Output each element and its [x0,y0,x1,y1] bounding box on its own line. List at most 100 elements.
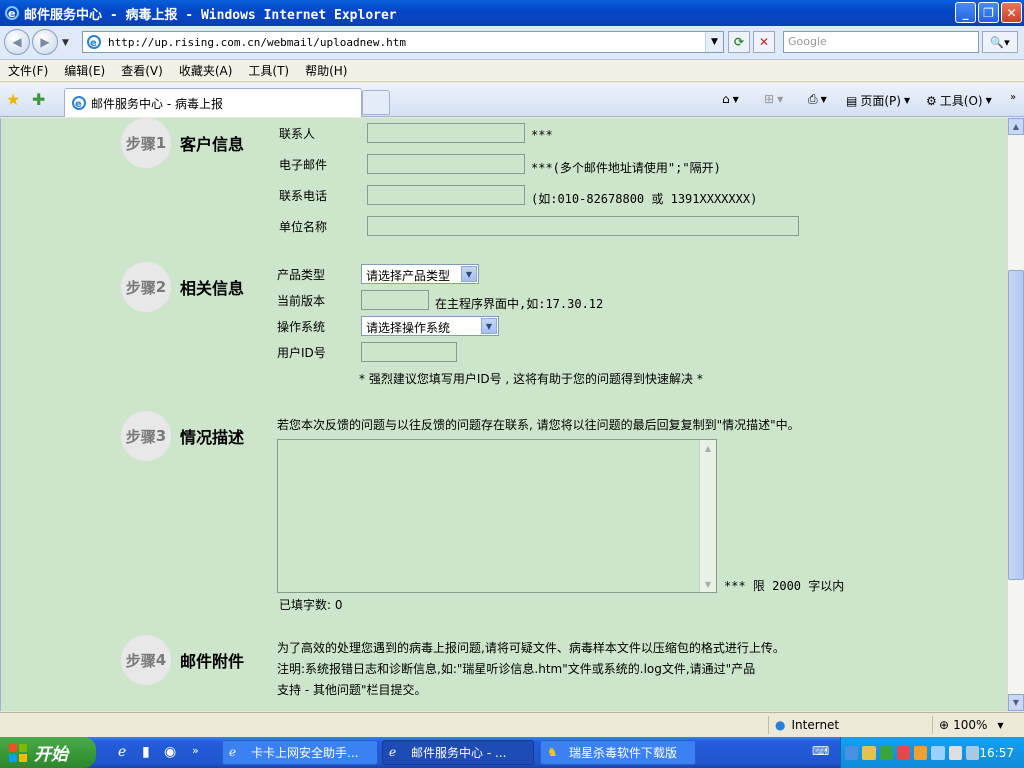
history-dropdown-icon[interactable]: ▼ [62,38,69,48]
address-bar[interactable]: e http://up.rising.com.cn/webmail/upload… [82,31,724,53]
settings-icon[interactable] [966,745,980,760]
tab-bar: ★ ✚ e 邮件服务中心 - 病毒上报 ⌂ ▼ ⊞ ▼ ⎙ ▼ ▤ 页面(P) ▼ ⚙ … [0,83,1024,117]
network-icon[interactable] [845,745,859,760]
chevron-down-icon[interactable]: ▼ [461,266,477,282]
menu-favorites[interactable]: 收藏夹(A) [171,62,241,79]
page-menu-label: 页面(P) [860,94,901,108]
page-content: 步骤 1 客户信息 联系人 *** 电子邮件 ***(多个邮件地址请使用";"隔开… [0,118,1007,711]
quicklaunch-app-icon[interactable]: ▮ [142,744,150,760]
svg-text:e: e [8,7,15,20]
company-input[interactable] [367,216,799,236]
minimize-button[interactable]: _ [955,2,976,23]
address-dropdown-icon[interactable]: ▼ [705,32,723,52]
taskbar-item-kaka[interactable]: ℯ 卡卡上网安全助手... [222,740,378,765]
stop-button[interactable]: ✕ [753,31,775,53]
search-input[interactable]: Google [783,31,979,53]
char-count-label: 已填字数: [279,598,332,612]
keyboard-icon[interactable]: ⌨ [812,744,829,758]
taskbar-item-label: 卡卡上网安全助手... [251,746,359,760]
textarea-scrollbar[interactable]: ▲ ▼ [699,440,716,592]
feeds-button[interactable]: ⊞ ▼ [764,92,783,106]
scroll-down-icon[interactable]: ▼ [1008,694,1024,711]
scroll-down-icon[interactable]: ▼ [700,576,716,592]
page-scrollbar[interactable]: ▲ ▼ [1007,118,1024,711]
page-ie-icon: e [87,35,101,49]
description-intro: 若您本次反馈的问题与以往反馈的问题存在联系, 请您将以往问题的最后回复复制到"情… [277,418,800,432]
more-commands-icon[interactable]: » [1010,92,1016,103]
tools-menu-label: 工具(O) [939,94,983,108]
phone-hint: (如:010-82678800 或 1391XXXXXXX) [531,192,758,206]
zoom-control[interactable]: ⊕ 100% ▼ [932,716,1022,734]
step1-title: 客户信息 [180,135,245,154]
restore-button[interactable]: ❐ [978,2,999,23]
umbrella-icon[interactable] [879,745,893,760]
phone-input[interactable] [367,185,525,205]
rising-lion-icon: ♞ [547,744,558,759]
zone-indicator: ● Internet [768,716,928,734]
search-button[interactable]: 🔍▾ [982,31,1018,53]
step2-number: 2 [155,278,167,296]
email-input[interactable] [367,154,525,174]
step2-title: 相关信息 [180,279,245,298]
display-icon[interactable] [948,745,963,760]
print-button[interactable]: ⎙ ▼ [808,92,827,107]
refresh-button[interactable]: ⟳ [728,31,750,53]
back-button[interactable]: ◀ [4,29,30,55]
attachment-line3: 支持 - 其他问题"栏目提交。 [277,683,427,697]
chevron-down-icon[interactable]: ▼ [481,318,497,334]
userid-input[interactable] [361,342,457,362]
os-select[interactable]: 请选择操作系统 ▼ [361,316,499,336]
forward-button[interactable]: ▶ [32,29,58,55]
svg-text:e: e [90,38,97,49]
volume-icon[interactable] [896,745,911,760]
contact-input[interactable] [367,123,525,143]
scrollbar-thumb[interactable] [1008,270,1024,580]
os-value: 请选择操作系统 [366,321,451,335]
quicklaunch-ie-icon[interactable]: ℯ [118,744,126,760]
zoom-icon: ⊕ [939,718,950,732]
attachment-line1: 为了高效的处理您遇到的病毒上报问题,请将可疑文件、病毒样本文件以压缩包的格式进行… [277,641,785,655]
step1-prefix: 步骤 [125,134,156,153]
product-type-select[interactable]: 请选择产品类型 ▼ [361,264,479,284]
scroll-up-icon[interactable]: ▲ [1008,118,1024,135]
zoom-dropdown-icon[interactable]: ▼ [997,721,1003,730]
security-icon[interactable] [862,745,876,760]
window-title: 邮件服务中心 - 病毒上报 - Windows Internet Explore… [24,7,397,23]
forward-arrow-icon: ▶ [40,35,50,49]
version-input[interactable] [361,290,429,310]
add-favorite-icon[interactable]: ✚ [32,90,45,109]
description-textarea[interactable]: ▲ ▼ [277,439,717,593]
char-count-value: 0 [334,598,343,612]
menu-tools[interactable]: 工具(T) [240,62,297,79]
page-menu-button[interactable]: ▤ 页面(P) ▼ [846,92,910,109]
menu-help[interactable]: 帮助(H) [297,62,355,79]
scroll-up-icon[interactable]: ▲ [700,440,716,456]
start-button[interactable]: 开始 [0,737,96,768]
taskbar-item-mail[interactable]: ℯ 邮件服务中心 - ... [382,740,534,765]
product-type-value: 请选择产品类型 [366,269,451,283]
tab-title: 邮件服务中心 - 病毒上报 [91,96,223,111]
menu-edit[interactable]: 编辑(E) [56,62,113,79]
home-button[interactable]: ⌂ ▼ [722,92,739,106]
address-url[interactable]: http://up.rising.com.cn/webmail/uploadne… [108,36,406,49]
attachment-line2: 注明:系统报错日志和诊断信息,如:"瑞星听诊信息.htm"文件或系统的.log文… [277,662,756,676]
quicklaunch-more-icon[interactable]: » [192,744,199,757]
ie-tray-icon[interactable] [931,745,945,760]
rising-tray-icon[interactable] [914,745,928,760]
product-type-label: 产品类型 [277,268,326,282]
step1-badge: 步骤 1 [121,118,171,168]
tab-current[interactable]: e 邮件服务中心 - 病毒上报 [64,88,362,117]
step4-number: 4 [155,651,167,669]
new-tab-button[interactable] [362,90,390,115]
menu-view[interactable]: 查看(V) [113,62,171,79]
taskbar-item-rising[interactable]: ♞ 瑞星杀毒软件下载版 [540,740,696,765]
version-label: 当前版本 [277,294,326,308]
favorites-star-icon[interactable]: ★ [6,90,20,109]
quicklaunch-media-icon[interactable]: ◉ [164,744,176,760]
close-button[interactable]: ✕ [1001,2,1022,23]
menu-file[interactable]: 文件(F) [0,62,56,79]
version-hint: 在主程序界面中,如:17.30.12 [435,297,604,311]
clock[interactable]: 16:57 [979,746,1014,760]
gear-icon: ⚙ [926,93,937,108]
tools-menu-button[interactable]: ⚙ 工具(O) ▼ [926,92,992,109]
